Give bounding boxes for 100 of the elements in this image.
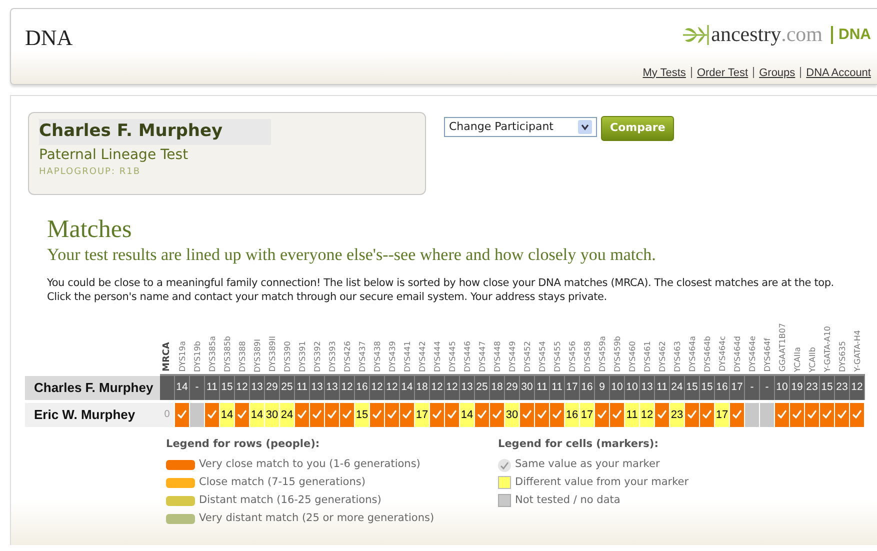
marker-value: 13: [325, 376, 340, 400]
column-header: DYS455: [552, 340, 562, 372]
check-icon: [537, 409, 547, 420]
marker-cell: 23: [670, 402, 685, 427]
marker-value: 16: [355, 376, 370, 400]
marker-value: 18: [415, 376, 430, 400]
table-cell: [160, 376, 175, 400]
check-icon: [732, 409, 742, 420]
marker-value: 17: [565, 376, 580, 400]
column-header: DYS390: [282, 340, 292, 372]
product-label: DNA: [830, 26, 871, 44]
column-header: Y-GATA-A10: [822, 326, 832, 372]
marker-cell: 14: [220, 402, 235, 427]
column-header: DYS460: [626, 340, 638, 372]
marker-value: 25: [475, 376, 490, 400]
marker-value: 24: [670, 376, 685, 400]
person-name[interactable]: Eric W. Murphey: [25, 402, 160, 427]
marker-value: 10: [610, 376, 625, 400]
section-subtitle: Your test results are lined up with everyone else's--see where and how closely you match.: [47, 244, 657, 266]
marker-cell: 14: [460, 402, 475, 427]
legend-title: Legend for cells (markers):: [498, 436, 660, 452]
marker-value: -: [190, 376, 205, 400]
participant-select[interactable]: Change Participant: [444, 117, 597, 137]
participant-name: Charles F. Murphey: [39, 119, 271, 144]
check-icon: [492, 409, 502, 420]
marker-value: 12: [385, 376, 400, 400]
marker-value: 30: [520, 376, 535, 400]
marker-value: 12: [850, 376, 865, 400]
column-header: YCAIIa: [792, 346, 802, 372]
marker-value: 14: [175, 376, 190, 400]
column-header: DYS442: [416, 340, 428, 372]
column-header: DYS448: [492, 340, 502, 372]
marker-value: 11: [535, 376, 550, 400]
column-header: MRCA: [160, 342, 173, 372]
marker-value: 17: [730, 376, 745, 400]
column-header: DYS462: [656, 340, 668, 372]
person-name[interactable]: Charles F. Murphey: [25, 376, 160, 400]
color-swatch: [498, 494, 511, 508]
marker-value: 19: [790, 376, 805, 400]
legend-label: Same value as your marker: [515, 456, 660, 472]
marker-value: 12: [340, 376, 355, 400]
check-icon: [477, 409, 487, 420]
check-icon: [402, 409, 412, 420]
check-icon: [807, 409, 817, 420]
logo-text: ancestry: [711, 21, 782, 48]
check-icon: [447, 409, 457, 420]
page-title: DNA: [25, 24, 73, 52]
marker-cell: 16: [565, 402, 580, 427]
column-header: DYS437: [356, 340, 368, 372]
logo-domain: .com: [781, 21, 822, 48]
nav-link[interactable]: My Tests: [642, 64, 686, 81]
section-title: Matches: [47, 217, 133, 242]
column-header: DYS385a: [206, 336, 218, 372]
column-header: DYS464f: [762, 338, 772, 372]
marker-value: 15: [685, 376, 700, 400]
column-header: DYS464b: [702, 336, 712, 372]
marker-value: 11: [550, 376, 565, 400]
check-icon: [498, 458, 511, 472]
marker-value: -: [760, 376, 775, 400]
column-header: DYS459a: [596, 336, 608, 372]
column-header: GGAAT1B07: [776, 323, 788, 372]
column-header: DYS391: [296, 340, 308, 372]
marker-value: 23: [805, 376, 820, 400]
column-header: DYS388: [236, 340, 248, 372]
legend-title: Legend for rows (people):: [166, 436, 321, 452]
check-icon: [237, 409, 247, 420]
marker-cell: 11: [625, 402, 640, 427]
check-icon: [612, 409, 622, 420]
check-icon: [327, 409, 337, 420]
marker-value: 18: [490, 376, 505, 400]
column-header: DYS635: [836, 340, 848, 372]
column-header: DYS461: [642, 340, 652, 372]
check-icon: [372, 409, 382, 420]
marker-value: 10: [625, 376, 640, 400]
check-icon: [177, 409, 187, 420]
check-icon: [822, 409, 832, 420]
caret-icon: [578, 120, 592, 134]
marker-cell: 12: [640, 402, 655, 427]
marker-value: 11: [205, 376, 220, 400]
marker-value: 16: [580, 376, 595, 400]
column-header: DYS426: [342, 340, 352, 372]
marker-cell: 24: [280, 402, 295, 427]
nav-link[interactable]: Groups: [759, 64, 796, 81]
marker-cell: 17: [580, 402, 595, 427]
nav-link[interactable]: DNA Account: [806, 64, 871, 81]
column-header: Y-GATA-H4: [852, 330, 862, 372]
marker-value: 13: [460, 376, 475, 400]
column-header: DYS459b: [612, 336, 622, 372]
check-icon: [207, 409, 217, 420]
check-icon: [852, 409, 862, 420]
marker-value: 29: [265, 376, 280, 400]
nav-link[interactable]: Order Test: [696, 64, 748, 81]
test-name: Paternal Lineage Test: [39, 146, 190, 164]
marker-value: 11: [295, 376, 310, 400]
marker-value: -: [745, 376, 760, 400]
check-icon: [387, 409, 397, 420]
column-header: DYS19b: [192, 340, 202, 372]
check-icon: [522, 409, 532, 420]
haplogroup-label: HAPLOGROUP: R1B: [39, 166, 142, 178]
marker-value: 12: [370, 376, 385, 400]
